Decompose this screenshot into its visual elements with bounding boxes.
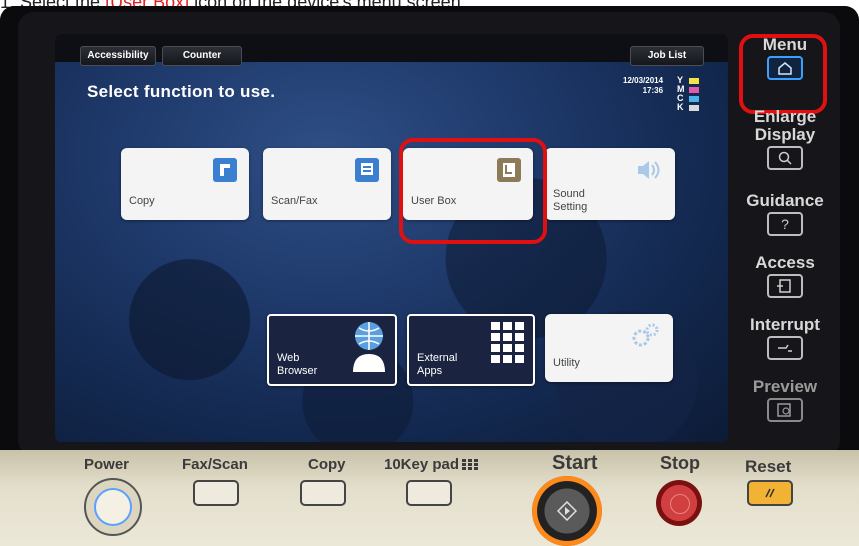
tab-accessibility[interactable]: Accessibility xyxy=(80,46,156,66)
preview-label: Preview xyxy=(752,377,818,396)
enlarge-display-button[interactable]: Enlarge Display xyxy=(735,108,835,170)
guidance-label: Guidance xyxy=(746,191,824,210)
stop-icon xyxy=(670,494,690,514)
keypad-icon xyxy=(462,459,478,470)
power-label: Power xyxy=(84,456,130,473)
globe-person-icon xyxy=(353,322,385,372)
utility-tile[interactable]: Utility xyxy=(545,314,673,382)
tenkey-button[interactable] xyxy=(406,480,452,506)
scan-fax-icon xyxy=(355,158,379,182)
copy-key-label: Copy xyxy=(308,456,346,473)
web-browser-tile[interactable]: Web Browser xyxy=(267,314,397,386)
date-text: 12/03/2014 xyxy=(623,76,664,85)
utility-label: Utility xyxy=(553,357,580,369)
copy-icon xyxy=(213,158,237,182)
page-title: Select function to use. xyxy=(87,82,276,101)
reset-label: Reset xyxy=(745,457,792,476)
toner-k-label: K xyxy=(677,102,684,112)
preview-icon xyxy=(767,398,803,422)
toner-k-bar xyxy=(689,105,699,111)
reset-icon xyxy=(765,488,775,498)
toner-y-bar xyxy=(689,78,699,84)
speaker-icon xyxy=(638,161,660,179)
interrupt-icon xyxy=(767,336,803,360)
access-icon xyxy=(767,274,803,298)
reset-button[interactable] xyxy=(747,480,793,506)
toner-m-bar xyxy=(689,87,699,93)
web-browser-label: Web Browser xyxy=(277,352,318,377)
stop-label: Stop xyxy=(660,453,700,473)
tenkey-label: 10Key pad xyxy=(384,456,460,473)
power-button[interactable] xyxy=(84,478,142,536)
guidance-button[interactable]: Guidance ? xyxy=(735,192,835,236)
stop-button[interactable] xyxy=(656,480,702,526)
toner-c-bar xyxy=(689,96,699,102)
time-text: 17:36 xyxy=(642,86,664,95)
user-box-highlight xyxy=(399,138,547,244)
date-time: 12/03/2014 17:36 xyxy=(623,76,663,96)
fax-scan-button[interactable] xyxy=(193,480,239,506)
copy-label: Copy xyxy=(129,195,155,207)
start-label: Start xyxy=(552,452,598,474)
tab-counter[interactable]: Counter xyxy=(162,46,242,66)
printer-control-panel: Accessibility Counter Job List Select fu… xyxy=(0,6,859,546)
start-button[interactable] xyxy=(532,476,602,546)
question-icon: ? xyxy=(767,212,803,236)
fax-scan-label: Fax/Scan xyxy=(182,456,248,473)
scan-fax-tile[interactable]: Scan/Fax xyxy=(263,148,391,220)
external-apps-tile[interactable]: External Apps xyxy=(407,314,535,386)
copy-tile[interactable]: Copy xyxy=(121,148,249,220)
hardware-panel: Power Fax/Scan Copy 10Key pad Start Stop… xyxy=(0,450,859,546)
sound-setting-tile[interactable]: Sound Setting xyxy=(545,148,675,220)
power-icon xyxy=(94,488,132,526)
copy-key-button[interactable] xyxy=(300,480,346,506)
touch-screen: Accessibility Counter Job List Select fu… xyxy=(55,34,728,442)
enlarge-display-label: Enlarge Display xyxy=(753,107,817,144)
access-button[interactable]: Access xyxy=(735,254,835,298)
gears-icon xyxy=(632,323,659,347)
interrupt-label: Interrupt xyxy=(750,315,820,334)
scan-fax-label: Scan/Fax xyxy=(271,195,318,207)
sound-setting-label: Sound Setting xyxy=(553,188,588,213)
zoom-icon xyxy=(767,146,803,170)
interrupt-button[interactable]: Interrupt xyxy=(735,316,835,360)
access-label: Access xyxy=(755,253,815,272)
grid-icon xyxy=(491,322,524,363)
external-apps-label: External Apps xyxy=(417,352,458,377)
toner-levels: Y M C K xyxy=(677,76,717,112)
svg-text:?: ? xyxy=(781,216,789,232)
preview-button[interactable]: Preview xyxy=(735,378,835,422)
menu-highlight xyxy=(739,34,827,114)
start-diamond-icon xyxy=(557,501,577,521)
tab-job-list[interactable]: Job List xyxy=(630,46,704,66)
